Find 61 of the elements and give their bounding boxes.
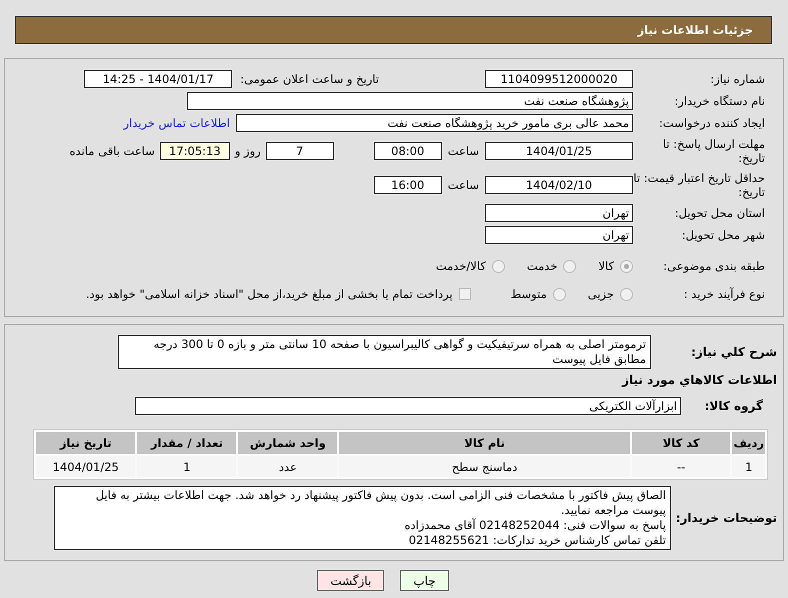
field-label: نوع فرآیند خرید : [682,287,766,301]
field-label: گروه کالا: [704,399,764,413]
back-button[interactable]: بازگشت [317,570,384,591]
column-header: تعداد / مقدار [137,432,236,454]
radio-label: کالا/خدمت [436,259,486,273]
page-title: جزئیات اطلاعات نیاز [15,16,772,44]
buyer-field: پژوهشگاه صنعت نفت [187,92,633,110]
radio-button[interactable] [563,260,576,272]
column-header: کد کالا [632,432,730,454]
field-label: حداقل تاریخ اعتبار قیمت: تا تاریخ: [633,171,766,199]
creator-field: محمد عالی بری مامور خرید پژوهشگاه صنعت نفت [236,114,633,132]
radio-button[interactable] [620,260,633,272]
goods-group-field: ابزارآلات الکتریکی [135,397,681,415]
table-cell: -- [632,456,730,477]
table-cell: دماسنج سطح [339,456,630,477]
buyer-notes-field: الصاق پیش فاکتور با مشخصات فنی الزامی است. بدون پیش فاکتور پیشنهاد رد خواهد شد. جهت اطلاعات بیشتر به فایل پیوست مراجعه نمایید. پاسخ به سوالات فنی: 02148252044 آقای محمدزاده تلفن تماس کارشناس خرید تدارکات: 02148255621 [54,486,671,550]
table-cell: 1 [137,456,236,477]
column-header: نام کالا [339,432,630,454]
checkbox[interactable] [458,288,471,300]
field-label: شهر محل تحویل: [680,228,766,242]
radio-button[interactable] [492,260,505,272]
section-heading: اطلاعات کالاهاي مورد نیاز [620,373,778,387]
radio-label: جزیی [588,287,614,301]
radio-label: خدمت [526,259,558,273]
field-label: ساعت [448,144,479,158]
field-label: شرح کلي نیاز: [690,344,778,359]
field-label: طبقه بندی موضوعی: [662,259,766,273]
radio-button[interactable] [620,288,633,300]
field-label: روز و [234,144,261,158]
column-header: تاریخ نیاز [36,432,136,454]
column-header: ردیف [732,432,765,454]
field-label: ساعت [448,178,479,192]
need-number-field: 1104099512000020 [485,70,633,88]
radio-label: کالا [598,259,614,273]
city-field: تهران [485,226,633,244]
description-field: ترمومتر اصلی به همراه سرتیفیکیت و گواهی کالیبراسیون با صفحه 10 سانتی متر و بازه 0 تا 300 درجه مطابق فایل پیوست [118,335,651,369]
validity-date-field: 1404/02/10 [485,176,633,194]
radio-button[interactable] [552,288,566,300]
print-button[interactable]: چاپ [400,570,449,591]
field-label: استان محل تحویل: [674,206,766,220]
days-field: 7 [266,142,334,160]
deadline-date-field: 1404/01/25 [485,142,633,160]
field-label: مهلت ارسال پاسخ: تا تاریخ: [662,137,766,165]
checkbox-label: پرداخت تمام یا بخشی از مبلغ خرید،از محل "اسناد خزانه اسلامی" خواهد بود. [86,287,453,301]
buyer-contact-link[interactable]: اطلاعات تماس خریدار [123,116,230,130]
validity-time-field: 16:00 [374,176,442,194]
column-header: واحد شمارش [238,432,338,454]
radio-label: متوسط [510,287,547,301]
table-cell: عدد [238,456,338,477]
field-label: ایجاد کننده درخواست: [658,116,766,130]
field-label: توضیحات خریدار: [674,511,778,525]
table-cell: 1 [732,456,765,477]
field-label: تاریخ و ساعت اعلان عمومی: [240,72,379,86]
field-label: ساعت باقی مانده [70,144,155,158]
field-label: نام دستگاه خریدار: [673,94,766,108]
announce-field: 1404/01/17 - 14:25 [84,70,232,88]
province-field: تهران [485,204,633,222]
field-label: شماره نیاز: [709,72,766,86]
remaining-time-field: 17:05:13 [160,142,230,160]
deadline-time-field: 08:00 [374,142,442,160]
table-cell: 1404/01/25 [36,456,136,477]
